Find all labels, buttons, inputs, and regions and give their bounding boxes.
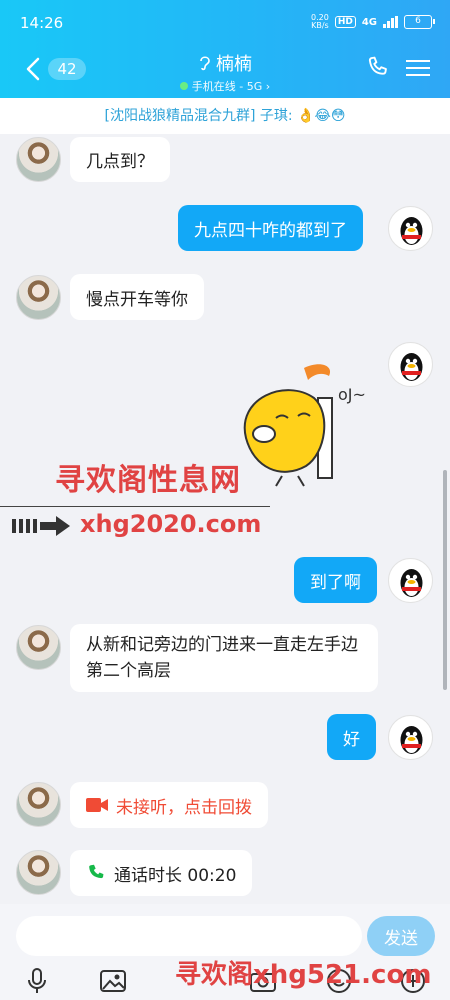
hd-badge: HD xyxy=(334,16,356,28)
call-duration-text: 通话时长 00:20 xyxy=(114,865,237,886)
my-avatar[interactable] xyxy=(388,715,433,760)
my-avatar[interactable] xyxy=(388,342,433,387)
message-bubble-outgoing[interactable]: 好 xyxy=(327,714,376,760)
my-avatar[interactable] xyxy=(388,206,433,251)
signal-icon xyxy=(383,16,398,28)
watermark-text: 寻欢阁性息网 xyxy=(55,463,241,498)
top-bar: 14:26 0.20 KB/s HD 4G 6 42 楠楠 手机在线 - 5G … xyxy=(0,0,450,98)
message-bubble-outgoing[interactable]: 到了啊 xyxy=(294,557,377,603)
status-bar: 14:26 0.20 KB/s HD 4G 6 xyxy=(0,0,450,40)
group-notice-bar[interactable]: [沈阳战狼精品混合九群] 子琪: 👌😂😳 xyxy=(0,98,450,134)
online-status-text: 手机在线 - 5G › xyxy=(191,80,271,93)
contact-avatar[interactable] xyxy=(16,782,61,827)
penguin-icon xyxy=(400,726,423,754)
status-time: 14:26 xyxy=(20,14,64,32)
my-avatar[interactable] xyxy=(388,558,433,603)
contact-avatar[interactable] xyxy=(16,850,61,895)
contact-avatar[interactable] xyxy=(16,137,61,182)
battery-icon: 6 xyxy=(404,15,435,29)
watermark-divider xyxy=(0,506,270,507)
ear-icon xyxy=(200,56,210,71)
watermark-bottom-text: 寻欢阁xhg521.com xyxy=(175,960,432,990)
message-bubble-incoming[interactable]: 几点到？ xyxy=(70,137,170,182)
phone-icon xyxy=(89,864,104,879)
sleepy-chick-sticker-icon: oJ~ xyxy=(243,364,366,487)
network-type: 4G xyxy=(361,16,377,28)
missed-call-bubble[interactable]: 未接听，点击回拨 xyxy=(70,782,268,828)
watermark-url: xhg2020.com xyxy=(80,510,262,538)
voice-call-button[interactable] xyxy=(364,54,394,84)
network-speed: 0.20 KB/s xyxy=(311,13,329,30)
penguin-icon xyxy=(400,217,423,245)
phone-icon xyxy=(368,56,387,75)
voice-input-button[interactable] xyxy=(22,966,52,996)
message-bubble-incoming[interactable]: 慢点开车等你 xyxy=(70,274,204,320)
status-indicators: 0.20 KB/s HD 4G 6 xyxy=(311,13,435,30)
sticker-message[interactable]: oJ~ xyxy=(226,358,386,488)
call-duration-bubble[interactable]: 通话时长 00:20 xyxy=(70,850,253,896)
arrow-icon xyxy=(12,516,70,536)
contact-avatar[interactable] xyxy=(16,275,61,320)
video-call-icon xyxy=(86,798,108,812)
microphone-icon xyxy=(28,968,46,993)
image-icon xyxy=(100,970,126,992)
missed-call-text: 未接听，点击回拨 xyxy=(116,797,252,818)
photo-button[interactable] xyxy=(98,966,128,996)
online-status-dot xyxy=(179,82,188,90)
penguin-icon xyxy=(400,353,423,381)
contact-avatar[interactable] xyxy=(16,625,61,670)
message-bubble-outgoing[interactable]: 九点四十咋的都到了 xyxy=(178,205,363,251)
menu-button[interactable] xyxy=(406,56,430,82)
chat-header: 42 楠楠 手机在线 - 5G › xyxy=(0,44,450,98)
svg-text:oJ~: oJ~ xyxy=(338,385,366,404)
send-button[interactable]: 发送 xyxy=(367,916,435,956)
scrollbar-thumb[interactable] xyxy=(443,470,447,690)
contact-name: 楠楠 xyxy=(216,54,252,75)
message-input[interactable] xyxy=(16,916,362,956)
penguin-icon xyxy=(400,569,423,597)
message-bubble-incoming[interactable]: 从新和记旁边的门进来一直走左手边第二个高层 xyxy=(70,624,378,692)
